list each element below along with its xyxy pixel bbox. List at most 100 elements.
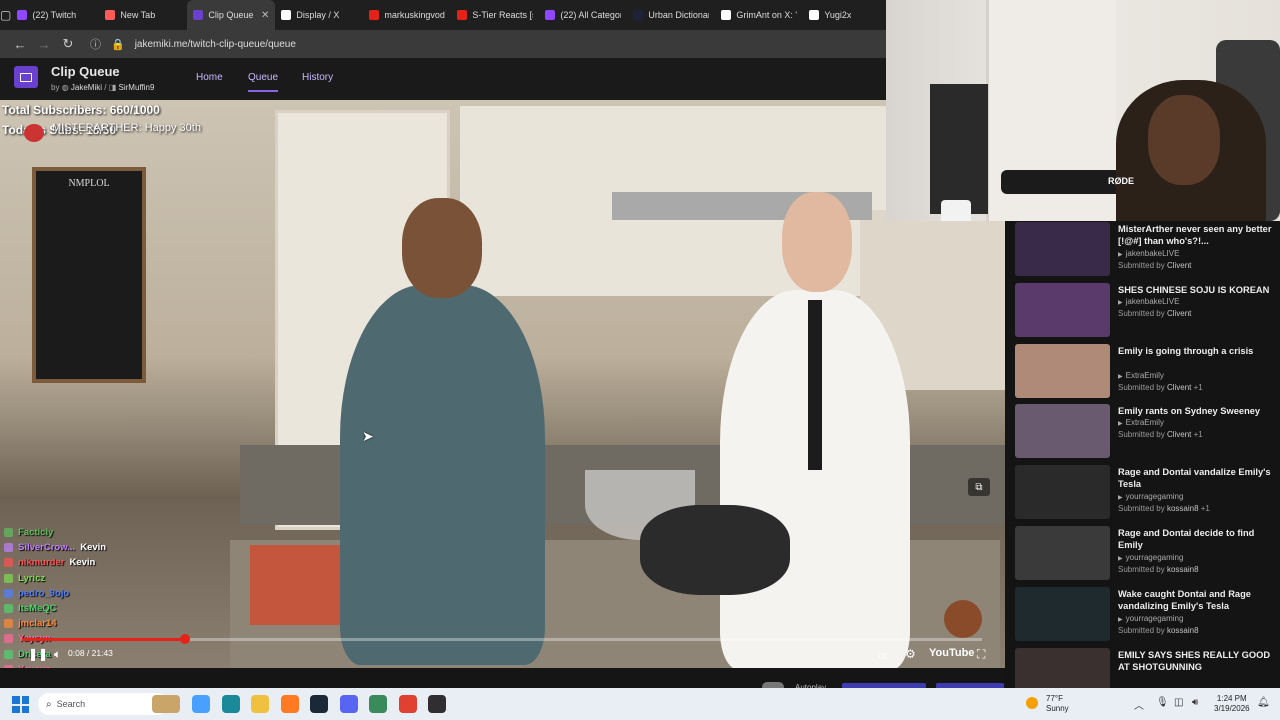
queue-item[interactable]: Rage and Dontai vandalize Emily's Tesla ▶… <box>1005 465 1280 526</box>
firefox-icon[interactable] <box>280 695 299 713</box>
chat-line: pedro_9ojo <box>4 586 184 601</box>
copilot-icon[interactable] <box>192 695 210 713</box>
scene-person-left <box>340 285 545 665</box>
tray-chevron-icon[interactable]: ︿ <box>1134 697 1144 712</box>
clip-thumbnail[interactable] <box>1015 526 1110 580</box>
back-button[interactable]: ← <box>8 37 32 52</box>
edge-icon[interactable] <box>221 695 240 713</box>
clip-thumbnail[interactable] <box>1015 343 1110 398</box>
submitter-extra-count: +1 <box>1193 430 1203 440</box>
browser-tab[interactable]: GrimAnt on X: "Je <box>715 0 803 30</box>
tab-favicon-icon <box>721 10 732 20</box>
nav-home[interactable]: Home <box>196 72 223 83</box>
taskbar-clock[interactable]: 1:24 PM 3/19/2026 <box>1214 694 1250 714</box>
site-info-icon[interactable]: ⓘ <box>90 36 101 52</box>
ccleaner-icon[interactable] <box>369 695 387 713</box>
clip-channel: ▶ ExtraEmily <box>1118 371 1164 380</box>
browser-tab[interactable]: Display / X <box>275 0 363 30</box>
tab-favicon-icon <box>281 10 292 20</box>
reload-button[interactable]: ↻ <box>56 36 80 52</box>
volume-icon[interactable]: 🔈︎ <box>54 647 61 662</box>
queue-item[interactable]: Wake caught Dontai and Rage vandalizing … <box>1005 586 1280 648</box>
nav-history[interactable]: History <box>302 72 333 83</box>
tab-actions-icon[interactable]: ▢ <box>0 0 11 30</box>
clip-title: Rage and Dontai decide to find Emily <box>1118 528 1255 551</box>
steam-icon[interactable] <box>310 695 328 713</box>
credits-author-jakemiki[interactable]: JakeMiki <box>71 83 102 92</box>
cam-streamer-face <box>1148 95 1220 185</box>
clip-submitter: Submitted by Clivent +1 <box>1118 430 1203 439</box>
browser-tab[interactable]: Yugi2x <box>803 0 886 30</box>
clip-thumbnail[interactable] <box>1015 222 1110 276</box>
credits-author-sirmuffin9[interactable]: SirMuffin9 <box>119 83 155 92</box>
browser-tab[interactable]: Urban Dictionary <box>627 0 715 30</box>
microphone-icon[interactable]: 🎙︎ <box>1156 697 1169 708</box>
video-progress-bar[interactable] <box>22 634 982 644</box>
clip-submitter: Submitted by Clivent <box>1118 309 1191 318</box>
captions-button[interactable]: ㏄ <box>878 647 888 662</box>
speaker-icon[interactable]: 🔊︎ <box>1192 697 1198 708</box>
submitter-name: Clivent <box>1166 430 1192 440</box>
tab-favicon-icon <box>193 10 204 20</box>
chat-badge-icon <box>4 573 13 583</box>
app-header: Clip Queue by ◍ JakeMiki / ◨ SirMuffin9 … <box>0 58 886 100</box>
twitch-icon: ◨ <box>108 83 117 92</box>
queue-item[interactable]: MisterArther never seen any better [!@#]… <box>1005 222 1280 283</box>
chat-line: Lyricz <box>4 571 184 586</box>
file-explorer-icon[interactable] <box>251 695 269 713</box>
taskbar-search[interactable]: ⌕ Search <box>38 693 168 715</box>
settings-gear-icon[interactable]: ⚙ <box>905 647 916 661</box>
clip-thumbnail[interactable] <box>1015 404 1110 459</box>
browser-tab[interactable]: (22) All Categorie <box>539 0 627 30</box>
total-subscribers-text: Total Subscribers: 660/1000 <box>2 103 160 117</box>
browser-tab[interactable]: markuskingvod <box>363 0 451 30</box>
browser-tab[interactable]: S-Tier Reacts [s-c <box>451 0 539 30</box>
clip-title: MisterArther never seen any better [!@#]… <box>1118 224 1272 247</box>
queue-item[interactable]: SHES CHINESE SOJU IS KOREAN ▶ jakenbakeLIV… <box>1005 282 1280 344</box>
clip-title: SHES CHINESE SOJU IS KOREAN <box>1118 284 1270 295</box>
clip-thumbnail[interactable] <box>1015 647 1110 688</box>
browser-tab[interactable]: New Tab <box>99 0 187 30</box>
discord-icon[interactable] <box>339 695 358 713</box>
clip-thumbnail[interactable] <box>1015 586 1110 641</box>
forward-button[interactable]: → <box>32 37 56 52</box>
picture-in-picture-icon[interactable]: ⧉ <box>968 478 990 496</box>
browser-tab-strip: ▢ (22) Twitch New Tab Clip Queue ✕ Display /… <box>0 0 886 30</box>
tab-favicon-icon <box>17 10 28 20</box>
browser-tab[interactable]: Clip Queue ✕ <box>187 0 276 30</box>
clip-thumbnail[interactable] <box>1015 465 1110 520</box>
queue-item[interactable]: Rage and Dontai decide to find Emily ▶ you… <box>1005 526 1280 587</box>
desktop-screen: ▢ (22) Twitch New Tab Clip Queue ✕ Display /… <box>0 0 1280 720</box>
chrome-icon[interactable] <box>398 695 417 713</box>
url-field[interactable]: ⓘ 🔒 jakemiki.me/twitch-clip-queue/queue <box>90 36 296 52</box>
queue-item[interactable]: Emily rants on Sydney Sweeney ▶ ExtraEmily… <box>1005 404 1280 465</box>
network-icon[interactable]: ◫ <box>1174 697 1183 708</box>
tab-title: markuskingvod <box>384 10 445 20</box>
chat-highlight-message: MISTERARTHER: Happy 30th <box>52 122 201 134</box>
tab-favicon-icon <box>809 10 820 20</box>
obs-icon[interactable] <box>428 695 446 713</box>
notification-bell-icon[interactable]: 🔔︎ <box>1257 697 1270 708</box>
pause-button[interactable]: ❚❚ <box>28 647 48 661</box>
nav-queue[interactable]: Queue <box>248 72 279 92</box>
chat-username: SilverCrow... <box>18 542 76 554</box>
youtube-play-icon: ▶ <box>1118 421 1123 428</box>
queue-item[interactable]: EMILY SAYS SHES REALLY GOOD AT SHOTGUNNI… <box>1005 647 1280 688</box>
scene-person-left-head <box>402 198 482 298</box>
chat-badge-icon <box>4 634 13 644</box>
chat-badge-icon <box>4 528 13 538</box>
youtube-logo[interactable]: YouTube <box>929 647 974 659</box>
browser-tab[interactable]: (22) Twitch <box>11 0 99 30</box>
clip-submitter: Submitted by Clivent <box>1118 261 1191 270</box>
queue-item[interactable]: Emily is going through a crisis ▶ ExtraEmi… <box>1005 343 1280 405</box>
clip-thumbnail[interactable] <box>1015 282 1110 337</box>
fullscreen-button[interactable]: ⛶ <box>977 647 985 662</box>
tab-close-icon[interactable]: ✕ <box>261 10 269 21</box>
chat-username: nikmurder <box>18 557 65 569</box>
submitted-by-label: Submitted by <box>1118 565 1165 574</box>
scene-person-right-head <box>782 192 852 292</box>
windows-start-icon[interactable] <box>12 696 29 713</box>
mouse-cursor-icon: ➤ <box>362 428 374 444</box>
address-bar: ← → ↻ ⓘ 🔒 jakemiki.me/twitch-clip-queue/… <box>0 30 886 58</box>
widgets-icon[interactable] <box>152 695 180 713</box>
